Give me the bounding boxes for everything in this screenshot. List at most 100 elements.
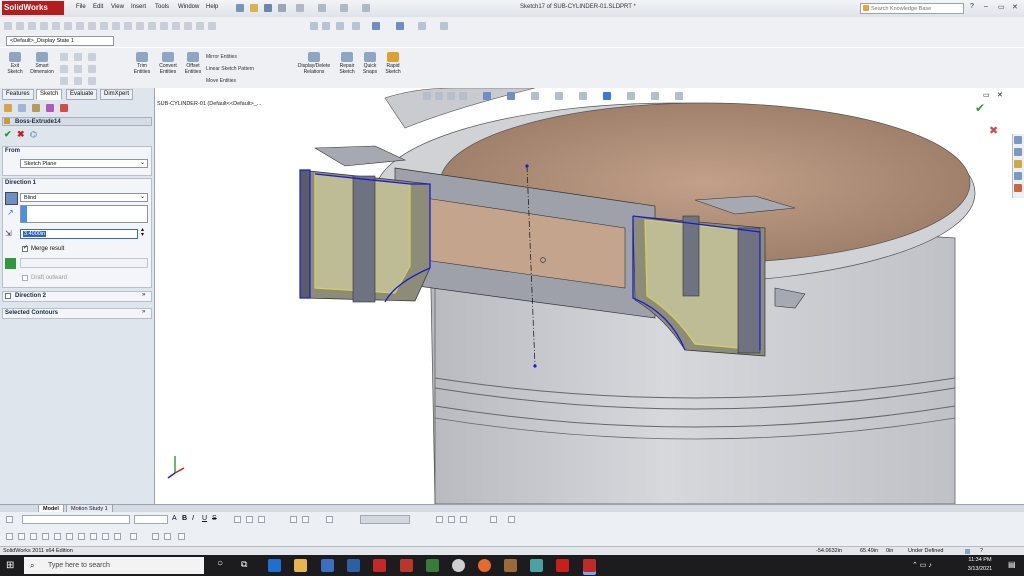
- bold-icon[interactable]: B: [182, 515, 187, 522]
- centerline-icon[interactable]: [100, 22, 108, 30]
- linear-pattern-button[interactable]: Linear Sketch Pattern: [206, 66, 254, 72]
- align-center-icon[interactable]: [246, 516, 253, 523]
- magnetic-line-icon[interactable]: [178, 533, 185, 540]
- tab-dimxpert[interactable]: DimXpert: [100, 89, 134, 100]
- view-orientation-icon[interactable]: [483, 92, 491, 100]
- new-document-icon[interactable]: [236, 4, 244, 12]
- line-thickness-icon[interactable]: [448, 516, 455, 523]
- direction2-header[interactable]: Direction 2: [15, 293, 46, 299]
- section-view-icon[interactable]: [459, 92, 467, 100]
- edit-appearance-icon[interactable]: [555, 92, 563, 100]
- reverse-direction-icon[interactable]: [5, 192, 18, 205]
- tab-evaluate[interactable]: Evaluate: [66, 89, 98, 100]
- circle-icon[interactable]: [40, 22, 48, 30]
- display-manager-icon[interactable]: [60, 104, 68, 112]
- arc-icon[interactable]: [52, 22, 60, 30]
- app-icon[interactable]: [400, 559, 413, 572]
- menu-view[interactable]: View: [111, 4, 124, 10]
- repair-sketch-button[interactable]: Repair Sketch: [336, 52, 358, 75]
- rectangle-tool-icon[interactable]: [60, 65, 68, 73]
- section-view-icon[interactable]: [352, 22, 360, 30]
- rectangle-icon[interactable]: [64, 22, 72, 30]
- chamfer-icon[interactable]: [124, 22, 132, 30]
- circle-tool-icon[interactable]: [74, 53, 82, 61]
- task-view-icon[interactable]: ⧉: [241, 559, 247, 570]
- edit-sketch-icon[interactable]: [965, 549, 970, 554]
- move-entities-button[interactable]: Move Entities: [206, 78, 236, 84]
- ok-icon[interactable]: ✔: [4, 129, 12, 140]
- app4-icon[interactable]: [530, 559, 543, 572]
- line-tool-icon[interactable]: [60, 53, 68, 61]
- cosmetic-thread-icon[interactable]: [114, 533, 121, 540]
- app2-icon[interactable]: [426, 559, 439, 572]
- previous-view-icon[interactable]: [336, 22, 344, 30]
- bold-button[interactable]: A: [172, 515, 177, 522]
- convert-entities-button[interactable]: Convert Entities: [156, 52, 180, 75]
- viewport-close-icon[interactable]: ✕: [997, 91, 1003, 99]
- draft-on-off-icon[interactable]: [5, 258, 16, 269]
- viewport-restore-icon[interactable]: ▭: [983, 91, 990, 99]
- graphics-area[interactable]: ✔ ✖ SUB-CYLINDER-01 (Default<<Default>_.…: [155, 88, 1024, 504]
- hole-callout-icon[interactable]: [78, 533, 85, 540]
- strikethrough-icon[interactable]: S: [212, 515, 217, 522]
- design-library-icon[interactable]: [1014, 148, 1022, 156]
- configuration-manager-icon[interactable]: [32, 104, 40, 112]
- print-icon[interactable]: [278, 4, 286, 12]
- dimxpert-manager-icon[interactable]: [46, 104, 54, 112]
- menu-window[interactable]: Window: [178, 4, 199, 10]
- feature-tree-flyout[interactable]: SUB-CYLINDER-01 (Default<<Default>_...: [157, 101, 261, 107]
- point-icon[interactable]: [88, 22, 96, 30]
- point-tool-icon[interactable]: [74, 77, 82, 85]
- scene-icon[interactable]: [579, 92, 587, 100]
- search-input[interactable]: [861, 4, 961, 13]
- depth-value[interactable]: 3.4000in: [23, 231, 47, 237]
- line-icon[interactable]: [28, 22, 36, 30]
- rebuild-icon[interactable]: [340, 4, 348, 12]
- text-icon[interactable]: [136, 22, 144, 30]
- display-style-icon[interactable]: [396, 22, 404, 30]
- display-state-dropdown[interactable]: <Default>_Display State 1: [6, 36, 114, 46]
- close-button[interactable]: ✕: [1012, 3, 1018, 11]
- property-manager-icon[interactable]: [18, 104, 26, 112]
- detailed-preview-icon[interactable]: ⌬: [30, 130, 37, 139]
- zoom-area-icon[interactable]: [435, 92, 443, 100]
- line-style-icon[interactable]: [460, 516, 467, 523]
- direction-selection-box[interactable]: [20, 205, 148, 223]
- appearances-icon[interactable]: [1014, 184, 1022, 192]
- firefox-icon[interactable]: [478, 559, 491, 572]
- view-orientation-icon[interactable]: [372, 22, 380, 30]
- cancel-icon[interactable]: ✖: [17, 129, 25, 140]
- area-hatch-icon[interactable]: [130, 533, 137, 540]
- hide-show-icon[interactable]: [418, 22, 426, 30]
- draft-outward-checkbox[interactable]: [22, 275, 28, 281]
- options-icon[interactable]: [362, 4, 370, 12]
- restore-button[interactable]: ▭: [998, 3, 1005, 11]
- display-style-icon[interactable]: [507, 92, 515, 100]
- note-icon[interactable]: [6, 533, 13, 540]
- end-condition-dropdown[interactable]: Blind: [20, 193, 148, 202]
- revision-icon[interactable]: [164, 533, 171, 540]
- mirror-icon[interactable]: [196, 22, 204, 30]
- align-right-icon[interactable]: [258, 516, 265, 523]
- file-explorer-icon[interactable]: [294, 559, 307, 572]
- tab-features[interactable]: Features: [2, 89, 34, 100]
- edge-icon[interactable]: [268, 559, 281, 572]
- mail-icon[interactable]: [321, 559, 334, 572]
- font-dropdown[interactable]: [22, 515, 130, 524]
- zoom-area-icon[interactable]: [322, 22, 330, 30]
- from-dropdown[interactable]: Sketch Plane: [20, 159, 148, 168]
- menu-help[interactable]: Help: [206, 4, 218, 10]
- layer-dropdown[interactable]: [360, 515, 410, 524]
- help-button[interactable]: ?: [970, 3, 974, 10]
- model-view[interactable]: ✔ ✖: [155, 88, 1024, 504]
- dimension-icon[interactable]: [172, 22, 180, 30]
- zoom-to-fit-icon[interactable]: [423, 92, 431, 100]
- menu-file[interactable]: File: [76, 4, 86, 10]
- view-icon[interactable]: [4, 22, 12, 30]
- feature-manager-icon[interactable]: [4, 104, 12, 112]
- wireframe-icon[interactable]: [627, 92, 635, 100]
- undo-icon[interactable]: [296, 4, 304, 12]
- text-tool-icon[interactable]: [88, 77, 96, 85]
- cortana-icon[interactable]: ○: [217, 558, 223, 569]
- tolerance-icon[interactable]: [66, 533, 73, 540]
